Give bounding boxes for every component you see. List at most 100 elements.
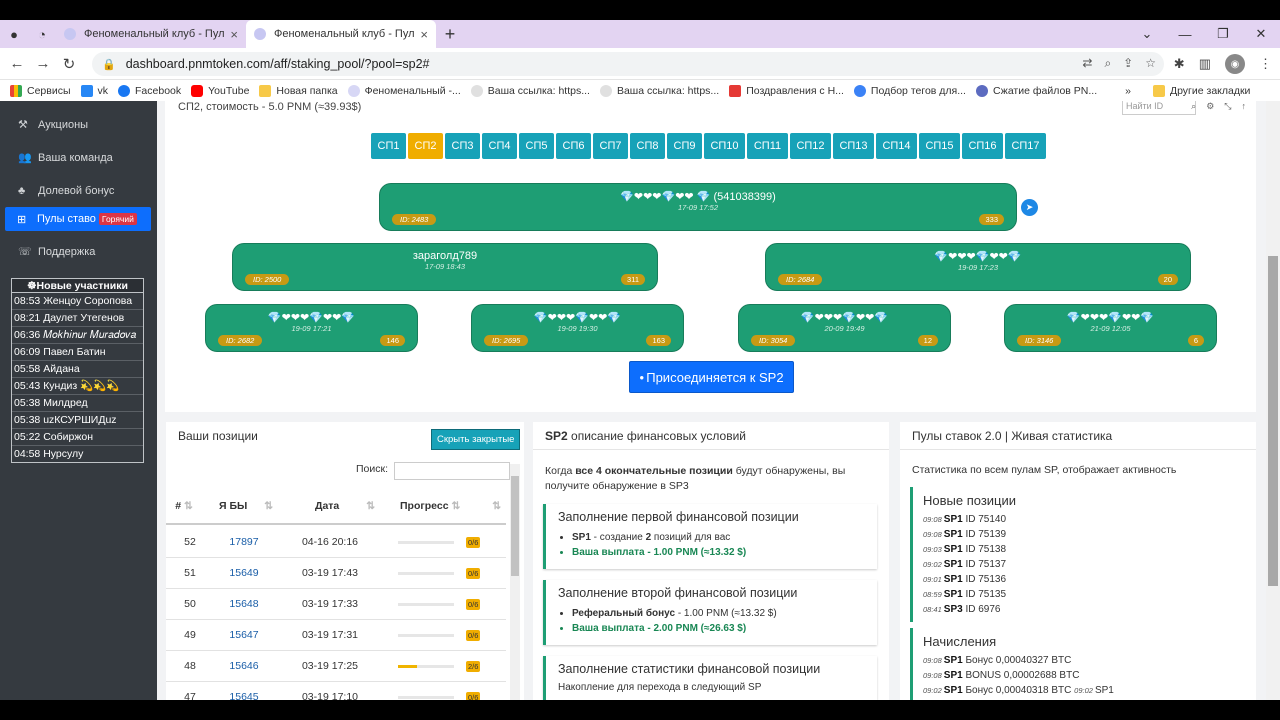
sidebar-item-team[interactable]: 👥 Ваша команда	[0, 141, 157, 174]
row-id-link[interactable]: 15645	[214, 691, 274, 700]
row-id-link[interactable]: 15648	[214, 598, 274, 610]
col-num[interactable]: # ⇅	[166, 500, 202, 512]
tab-sp1[interactable]: СП1	[371, 133, 406, 159]
row-id-link[interactable]: 15647	[214, 629, 274, 641]
search-icon[interactable]: ⌕	[1191, 101, 1196, 112]
search-input[interactable]	[394, 462, 510, 480]
pool-node-level2-left[interactable]: зараголд789 17-09 18:43 ID: 2500 311	[232, 243, 658, 291]
url-text[interactable]: dashboard.pnmtoken.com/aff/staking_pool/…	[126, 57, 430, 71]
bookmark-link-1[interactable]: Ваша ссылка: https...	[470, 84, 590, 97]
tab-sp15[interactable]: СП15	[919, 133, 960, 159]
row-id-link[interactable]: 17897	[214, 536, 274, 548]
hide-closed-button[interactable]: Скрыть закрытые	[431, 429, 521, 450]
bookmark-facebook[interactable]: Facebook	[118, 84, 181, 97]
tab-sp9[interactable]: СП9	[667, 133, 702, 159]
apps-icon	[10, 84, 22, 97]
pool-node-level3-1[interactable]: 💎❤❤❤💎❤❤💎 19-09 17:21 ID: 2682 146	[205, 304, 418, 352]
bookmark-greetings[interactable]: Поздравления с Н...	[729, 84, 844, 97]
scroll-thumb[interactable]	[511, 476, 519, 576]
new-tab-button[interactable]: +	[436, 24, 464, 45]
bookmark-apps[interactable]: Сервисы	[10, 84, 71, 97]
lock-icon[interactable]: 🔒	[102, 58, 116, 71]
tab-sp16[interactable]: СП16	[962, 133, 1003, 159]
pool-node-level3-2[interactable]: 💎❤❤❤💎❤❤💎 19-09 19:30 ID: 2695 163	[471, 304, 684, 352]
close-window-icon[interactable]: ✕	[1242, 26, 1280, 42]
find-id-input[interactable]: Найти ID	[1122, 101, 1196, 115]
bookmark-folder[interactable]: Новая папка	[259, 84, 338, 97]
col-id[interactable]: Я БЫ ⇅	[202, 500, 290, 512]
sidebar-item-support[interactable]: ☏ Поддержка	[0, 235, 157, 268]
bookmark-compress[interactable]: Сжатие файлов PN...	[975, 84, 1097, 97]
page-scroll-thumb[interactable]	[1268, 256, 1278, 586]
table-row[interactable]: 50 15648 03-19 17:33 0/6	[166, 589, 506, 620]
node-count-badge: 146	[380, 335, 405, 346]
bookmark-youtube[interactable]: YouTube	[191, 84, 249, 97]
zoom-icon[interactable]: ⌕	[1104, 56, 1111, 71]
bookmark-vk[interactable]: vk	[80, 84, 108, 97]
row-id-link[interactable]: 15649	[214, 567, 274, 579]
restore-icon[interactable]: ❐	[1204, 26, 1242, 42]
join-sp2-button[interactable]: ● Присоединяется к SP2	[629, 361, 794, 393]
row-badge: 2/6	[466, 660, 496, 672]
tab-sp14[interactable]: СП14	[876, 133, 917, 159]
tab-list-icon[interactable]: ⌄	[1128, 26, 1166, 42]
col-date[interactable]: Дата ⇅	[290, 500, 400, 512]
translate-icon[interactable]: ⇄	[1082, 56, 1092, 71]
bookmark-link-2[interactable]: Ваша ссылка: https...	[599, 84, 719, 97]
settings-icon[interactable]: ⚙	[1206, 101, 1214, 112]
tab-sp7[interactable]: СП7	[593, 133, 628, 159]
browser-tab-2[interactable]: Феноменальный клуб - Пулы ст ×	[246, 20, 436, 48]
tab-sp5[interactable]: СП5	[519, 133, 554, 159]
reload-icon[interactable]: ↻	[56, 55, 82, 73]
tab-sp2[interactable]: СП2	[408, 133, 443, 159]
row-id-link[interactable]: 15646	[214, 660, 274, 672]
close-tab-icon[interactable]: ×	[420, 27, 428, 42]
share-icon[interactable]: ⇪	[1123, 56, 1133, 71]
tab-sp6[interactable]: СП6	[556, 133, 591, 159]
pool-node-level2-right[interactable]: 💎❤❤❤💎❤❤💎 19-09 17:23 ID: 2684 20	[765, 243, 1191, 291]
extensions-icon[interactable]: ✱	[1174, 56, 1185, 72]
bookmark-phenomenal[interactable]: Феноменальный -...	[347, 84, 461, 97]
table-row[interactable]: 49 15647 03-19 17:31 0/6	[166, 620, 506, 651]
tab-sp11[interactable]: СП11	[747, 133, 788, 159]
menu-icon[interactable]: ⋮	[1259, 56, 1272, 72]
tab-sp8[interactable]: СП8	[630, 133, 665, 159]
account-avatar[interactable]: ◉	[1225, 54, 1245, 74]
tab-sp17[interactable]: СП17	[1005, 133, 1046, 159]
pool-node-level3-4[interactable]: 💎❤❤❤💎❤❤💎 21-09 12:05 ID: 3146 6	[1004, 304, 1217, 352]
minimize-icon[interactable]: —	[1166, 27, 1204, 42]
table-scrollbar[interactable]	[510, 464, 520, 700]
table-row[interactable]: 48 15646 03-19 17:25 2/6	[166, 651, 506, 682]
collapse-icon[interactable]: ⤡	[1224, 101, 1231, 112]
table-row[interactable]: 51 15649 03-19 17:43 0/6	[166, 558, 506, 589]
pin-icon[interactable]: ↑	[1242, 101, 1247, 112]
tab-sp13[interactable]: СП13	[833, 133, 874, 159]
page-scrollbar[interactable]	[1266, 101, 1280, 700]
tab-sp3[interactable]: СП3	[445, 133, 480, 159]
tab-search-icon[interactable]: ◔	[28, 20, 56, 48]
tab-sp10[interactable]: СП10	[704, 133, 745, 159]
sidebar-item-share-bonus[interactable]: ♣ Долевой бонус	[0, 174, 157, 207]
live-stats-intro: Статистика по всем пулам SP, отображает …	[912, 464, 1177, 476]
close-tab-icon[interactable]: ×	[230, 27, 238, 42]
pool-root-node[interactable]: 💎❤❤❤💎❤❤ 💎 (541038399) 17-09 17:52 ID: 24…	[379, 183, 1017, 231]
table-row[interactable]: 52 17897 04-16 20:16 0/6	[166, 527, 506, 558]
bookmark-star-icon[interactable]: ☆	[1145, 56, 1156, 71]
profile-icon[interactable]: ●	[0, 20, 28, 48]
sidebar-item-staking-pools[interactable]: ⊞ Пулы ставо Горячий	[5, 207, 151, 231]
pool-node-level3-3[interactable]: 💎❤❤❤💎❤❤💎 20-09 19:49 ID: 3054 12	[738, 304, 951, 352]
bookmark-tags[interactable]: Подбор тегов для...	[853, 84, 966, 97]
bookmarks-more[interactable]: »	[1125, 85, 1131, 97]
side-panel-icon[interactable]: ▥	[1199, 56, 1211, 72]
tab-sp4[interactable]: СП4	[482, 133, 517, 159]
sidebar-item-auctions[interactable]: ⚒ Аукционы	[0, 108, 157, 141]
browser-tab-1[interactable]: Феноменальный клуб - Пулы ст ×	[56, 20, 246, 48]
address-bar[interactable]: 🔒 dashboard.pnmtoken.com/aff/staking_poo…	[92, 52, 1164, 76]
forward-icon[interactable]: →	[30, 55, 56, 72]
table-row[interactable]: 47 15645 03-19 17:10 0/6	[166, 682, 506, 700]
col-progress[interactable]: Прогресс ⇅ ⇅	[400, 500, 504, 512]
tab-sp12[interactable]: СП12	[790, 133, 831, 159]
bookmark-other[interactable]: Другие закладки	[1152, 84, 1250, 97]
back-icon[interactable]: ←	[4, 55, 30, 72]
telegram-icon[interactable]: ➤	[1021, 199, 1038, 216]
